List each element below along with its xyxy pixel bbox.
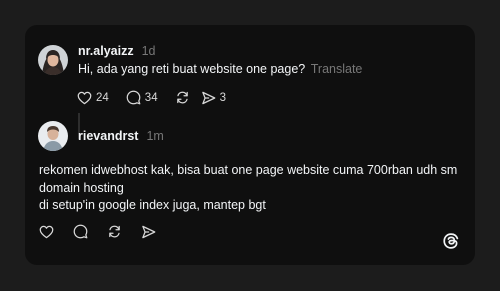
post-actions: 24 34 3	[77, 90, 226, 105]
reply-comment-button[interactable]	[73, 224, 88, 239]
reply-button[interactable]: 34	[126, 90, 158, 105]
like-count: 24	[96, 91, 109, 104]
reply-repost-button[interactable]	[107, 224, 122, 239]
send-icon	[141, 225, 156, 239]
reply-like-button[interactable]	[39, 225, 54, 239]
reply-header: rievandrst 1m	[78, 129, 164, 143]
reply-text-line: di setup'in google index juga, mantep bg…	[39, 198, 266, 212]
reply-timestamp: 1m	[146, 129, 164, 143]
threads-logo-icon	[442, 232, 460, 255]
reply-actions	[39, 224, 156, 239]
avatar-original-poster[interactable]	[38, 45, 68, 75]
like-button[interactable]: 24	[77, 91, 109, 105]
reply-body: rekomen idwebhost kak, bisa buat one pag…	[39, 162, 459, 215]
reply-share-button[interactable]	[141, 225, 156, 239]
translate-link[interactable]: Translate	[311, 62, 363, 76]
repost-icon	[107, 224, 122, 239]
post-header: nr.alyaizz 1d	[78, 44, 156, 58]
repost-button[interactable]	[175, 90, 190, 105]
send-icon	[201, 91, 216, 105]
share-button[interactable]: 3	[201, 91, 226, 105]
post-body: Hi, ada yang reti buat website one page?…	[78, 61, 362, 79]
share-count: 3	[219, 91, 226, 104]
thread-card: nr.alyaizz 1d Hi, ada yang reti buat webs…	[25, 25, 475, 265]
comment-icon	[126, 90, 141, 105]
heart-icon	[77, 91, 92, 105]
username-original-poster[interactable]: nr.alyaizz	[78, 44, 134, 58]
reply-text-line: domain hosting	[39, 180, 124, 195]
heart-icon	[39, 225, 54, 239]
comment-icon	[73, 224, 88, 239]
post-text: Hi, ada yang reti buat website one page?	[78, 62, 306, 76]
repost-icon	[175, 90, 190, 105]
reply-count: 34	[144, 91, 158, 104]
post-timestamp: 1d	[141, 44, 156, 58]
reply-text-line: rekomen idwebhost kak, bisa buat one pag…	[39, 163, 458, 177]
avatar-reply-author[interactable]	[38, 121, 68, 151]
username-reply-author[interactable]: rievandrst	[78, 129, 138, 143]
